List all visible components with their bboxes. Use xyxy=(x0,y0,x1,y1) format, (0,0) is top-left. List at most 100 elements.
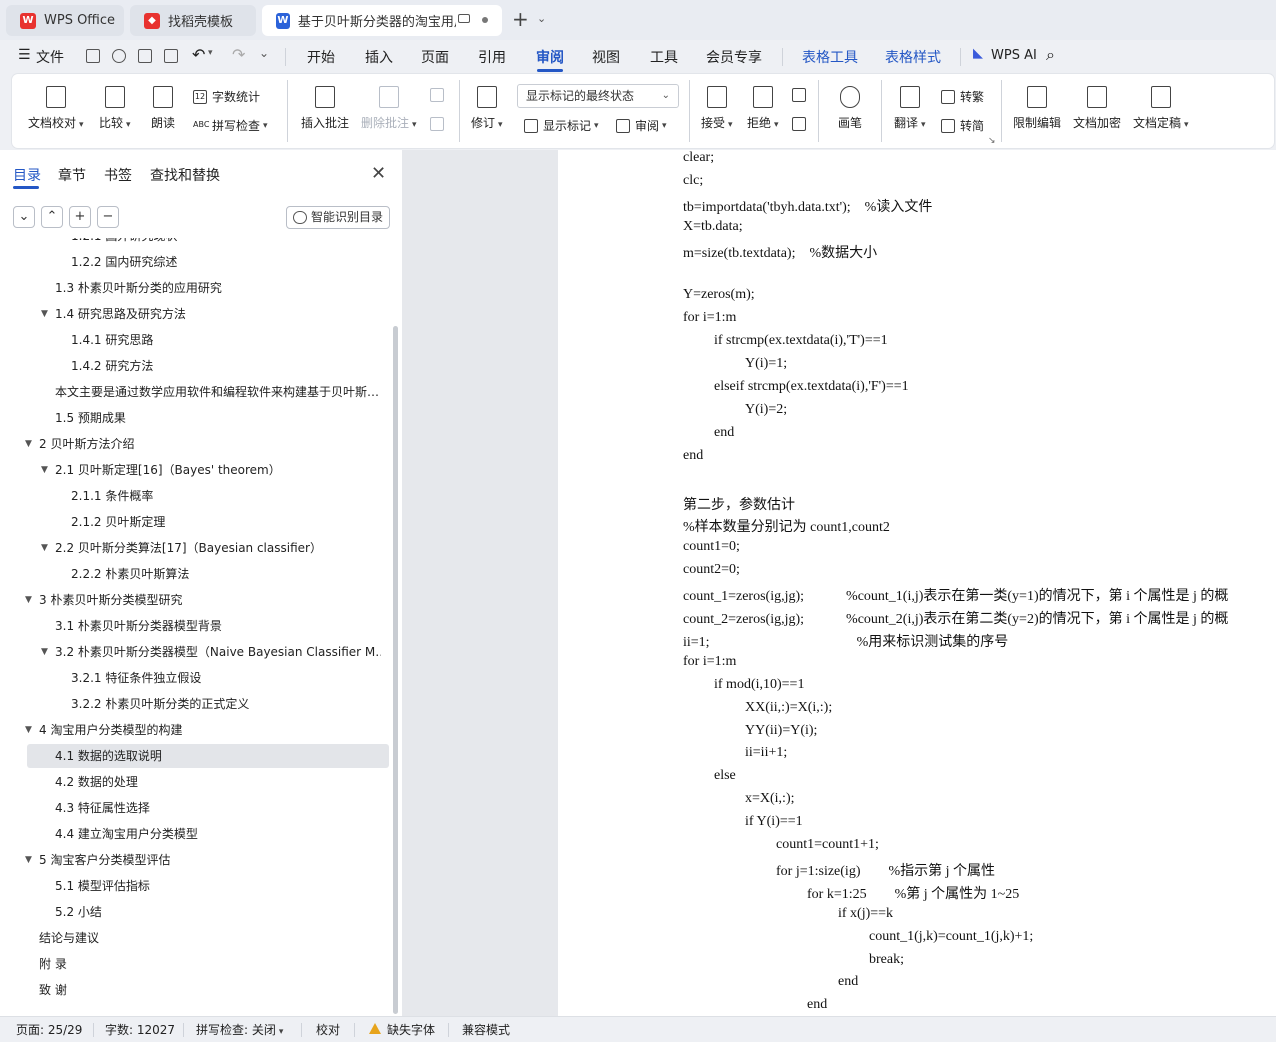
word-count-status[interactable]: 字数: 12027 xyxy=(105,1021,175,1038)
toc-item[interactable]: 5.2 小结 xyxy=(0,900,392,924)
tab-chapters[interactable]: 章节 xyxy=(58,165,86,185)
expand-arrow-icon[interactable]: ▼ xyxy=(25,718,32,742)
proof-status[interactable]: 校对 xyxy=(316,1021,340,1038)
menu-member[interactable]: 会员专享 xyxy=(706,47,762,67)
reject-button[interactable]: 拒绝 ▾ xyxy=(747,86,779,131)
chevron-down-icon[interactable]: ⌄ xyxy=(537,12,546,25)
toc-item[interactable]: 3.1 朴素贝叶斯分类器模型背景 xyxy=(0,614,392,638)
delete-comment-button[interactable]: 删除批注 ▾ xyxy=(361,86,417,131)
accept-button[interactable]: 接受 ▾ xyxy=(701,86,733,131)
hamburger-icon[interactable]: ☰ xyxy=(18,47,31,63)
remove-heading-button[interactable]: − xyxy=(97,206,119,228)
tab-wps-office[interactable]: W WPS Office xyxy=(6,5,124,36)
document-page[interactable]: clear; clc; tb=importdata('tbyh.data.txt')… xyxy=(558,150,1276,1016)
menu-file[interactable]: 文件 xyxy=(36,47,64,67)
tab-docer-templates[interactable]: ◆ 找稻壳模板 xyxy=(130,5,256,36)
tab-find-replace[interactable]: 查找和替换 xyxy=(150,165,220,185)
menu-wps-ai[interactable]: WPS AI xyxy=(991,48,1037,63)
menu-page[interactable]: 页面 xyxy=(421,47,449,67)
print-preview-icon[interactable] xyxy=(164,49,178,63)
toc-item[interactable]: 4.4 建立淘宝用户分类模型 xyxy=(0,822,392,846)
expand-arrow-icon[interactable]: ▼ xyxy=(25,848,32,872)
read-aloud-button[interactable]: 朗读 xyxy=(151,86,175,131)
toc-item[interactable]: ▼ 4 淘宝用户分类模型的构建 xyxy=(0,718,392,742)
unsaved-dot-icon[interactable] xyxy=(482,17,488,23)
toc-item[interactable]: 结论与建议 xyxy=(0,926,392,950)
menu-references[interactable]: 引用 xyxy=(478,47,506,67)
toc-item[interactable]: 1.5 预期成果 xyxy=(0,406,392,430)
toc-item[interactable]: ▼ 1.4 研究思路及研究方法 xyxy=(0,302,392,326)
menu-review[interactable]: 审阅 xyxy=(536,47,564,67)
new-tab-plus-icon[interactable]: + xyxy=(512,9,529,29)
word-count-button[interactable]: 12 字数统计 xyxy=(193,88,260,105)
track-changes-button[interactable]: 修订 ▾ xyxy=(471,86,503,131)
redo-icon[interactable]: ↷ xyxy=(232,45,245,64)
menu-home[interactable]: 开始 xyxy=(307,47,335,67)
toc-scrollbar[interactable] xyxy=(393,326,398,1014)
undo-icon[interactable]: ↶ xyxy=(192,45,205,64)
restrict-edit-button[interactable]: 限制编辑 xyxy=(1013,86,1061,131)
ribbon-expand-icon[interactable]: ↘ xyxy=(988,136,996,146)
toc-item[interactable]: 3.2.1 特征条件独立假设 xyxy=(0,666,392,690)
save-icon[interactable] xyxy=(86,49,100,63)
toc-item[interactable]: 4.2 数据的处理 xyxy=(0,770,392,794)
toc-item[interactable]: 4.1 数据的选取说明 xyxy=(27,744,389,768)
finalize-button[interactable]: 文档定稿 ▾ xyxy=(1133,86,1189,131)
compat-mode-status[interactable]: 兼容模式 xyxy=(462,1021,510,1038)
previous-comment-button[interactable] xyxy=(430,88,449,102)
toc-item[interactable]: ▼ 3 朴素贝叶斯分类模型研究 xyxy=(0,588,392,612)
print-icon[interactable] xyxy=(138,49,152,63)
insert-comment-button[interactable]: 插入批注 xyxy=(301,86,349,131)
toc-item[interactable]: 附 录 xyxy=(0,952,392,976)
toc-item[interactable]: 2.1.2 贝叶斯定理 xyxy=(0,510,392,534)
toc-item[interactable]: ▼ 2.1 贝叶斯定理[16]（Bayes' theorem） xyxy=(0,458,392,482)
expand-arrow-icon[interactable]: ▼ xyxy=(41,640,48,664)
compare-button[interactable]: 比较 ▾ xyxy=(99,86,131,131)
next-change-button[interactable] xyxy=(792,117,811,131)
more-chevron-icon[interactable]: ⌄ xyxy=(259,46,269,60)
toc-item[interactable]: 5.1 模型评估指标 xyxy=(0,874,392,898)
toc-item[interactable]: ▼ 3.2 朴素贝叶斯分类器模型（Naive Bayesian Classifie… xyxy=(0,640,392,664)
toc-item[interactable]: 本文主要是通过数学应用软件和编程软件来构建基于贝叶斯… xyxy=(0,380,392,404)
toc-item[interactable]: 3.2.2 朴素贝叶斯分类的正式定义 xyxy=(0,692,392,716)
expand-arrow-icon[interactable]: ▼ xyxy=(41,458,48,482)
toc-item[interactable]: ▼ 2 贝叶斯方法介绍 xyxy=(0,432,392,456)
toc-item[interactable]: 1.2.2 国内研究综述 xyxy=(0,250,392,274)
encrypt-button[interactable]: 文档加密 xyxy=(1073,86,1121,131)
tab-current-document[interactable]: W 基于贝叶斯分类器的淘宝用户分 xyxy=(262,5,502,36)
search-icon[interactable]: ⌕ xyxy=(1046,45,1055,65)
toc-item[interactable]: 2.1.1 条件概率 xyxy=(0,484,392,508)
expand-arrow-icon[interactable]: ▼ xyxy=(25,588,32,612)
markup-state-select[interactable]: 显示标记的最终状态 ⌄ xyxy=(517,84,679,108)
missing-font-status[interactable]: 缺失字体 xyxy=(387,1021,435,1038)
to-simplified-button[interactable]: 转简 xyxy=(941,117,984,134)
to-traditional-button[interactable]: 转繁 xyxy=(941,88,984,105)
pen-button[interactable]: 画笔 xyxy=(838,86,862,131)
toc-item[interactable]: ▼ 5 淘宝客户分类模型评估 xyxy=(0,848,392,872)
expand-up-button[interactable]: ⌃ xyxy=(41,206,63,228)
show-markup-button[interactable]: 显示标记 ▾ xyxy=(524,117,599,134)
next-comment-button[interactable] xyxy=(430,117,449,131)
expand-arrow-icon[interactable]: ▼ xyxy=(41,536,48,560)
add-heading-button[interactable]: + xyxy=(69,206,91,228)
menu-tools[interactable]: 工具 xyxy=(650,47,678,67)
menu-insert[interactable]: 插入 xyxy=(365,47,393,67)
toc-item[interactable]: 致 谢 xyxy=(0,978,392,1002)
close-icon[interactable]: ✕ xyxy=(371,163,386,184)
toc-item[interactable]: 1.4.1 研究思路 xyxy=(0,328,392,352)
toc-item[interactable]: 1.4.2 研究方法 xyxy=(0,354,392,378)
collapse-down-button[interactable]: ⌄ xyxy=(13,206,35,228)
translate-button[interactable]: 翻译 ▾ xyxy=(894,86,926,131)
toc-item[interactable]: 1.3 朴素贝叶斯分类的应用研究 xyxy=(0,276,392,300)
undo-dropdown-icon[interactable]: ▾ xyxy=(208,48,213,58)
toc-item[interactable]: 1.2.1 国外研究现状 xyxy=(0,238,392,248)
toc-item[interactable]: ▼ 2.2 贝叶斯分类算法[17]（Bayesian classifier） xyxy=(0,536,392,560)
menu-table-style[interactable]: 表格样式 xyxy=(885,47,941,67)
monitor-icon[interactable] xyxy=(458,14,470,23)
expand-arrow-icon[interactable]: ▼ xyxy=(25,432,32,456)
page-indicator[interactable]: 页面: 25/29 xyxy=(16,1021,82,1038)
spell-check-button[interactable]: ABC 拼写检查 ▾ xyxy=(193,117,268,134)
proofread-button[interactable]: 文档校对 ▾ xyxy=(28,86,84,131)
expand-arrow-icon[interactable]: ▼ xyxy=(41,302,48,326)
toc-item[interactable]: 4.3 特征属性选择 xyxy=(0,796,392,820)
